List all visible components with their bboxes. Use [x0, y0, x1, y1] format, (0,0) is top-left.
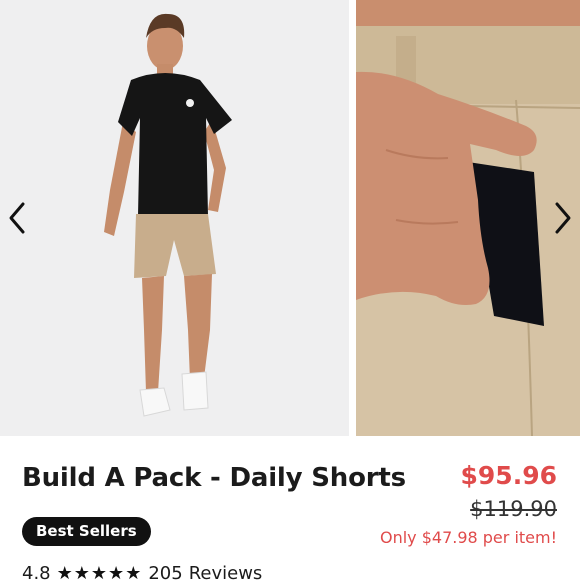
product-gallery	[0, 0, 580, 436]
product-title: Build A Pack - Daily Shorts	[22, 463, 406, 493]
chevron-left-icon	[9, 202, 25, 234]
reviews-label[interactable]: Reviews	[189, 563, 263, 584]
per-item-price: Only $47.98 per item!	[379, 528, 557, 547]
star-rating-icon: ★★★★★	[56, 563, 143, 584]
sale-price: $95.96	[460, 461, 557, 490]
original-price: $119.90	[470, 497, 557, 521]
rating-value: 4.8	[22, 563, 51, 584]
model-illustration	[0, 0, 349, 436]
gallery-next-button[interactable]	[546, 196, 580, 240]
chevron-right-icon	[555, 202, 571, 234]
best-sellers-badge[interactable]: Best Sellers	[22, 517, 151, 546]
reviews-count: 205	[148, 563, 183, 584]
product-image-model[interactable]	[0, 0, 349, 436]
rating-row[interactable]: 4.8 ★★★★★ 205 Reviews	[22, 563, 262, 584]
gallery-prev-button[interactable]	[0, 196, 34, 240]
